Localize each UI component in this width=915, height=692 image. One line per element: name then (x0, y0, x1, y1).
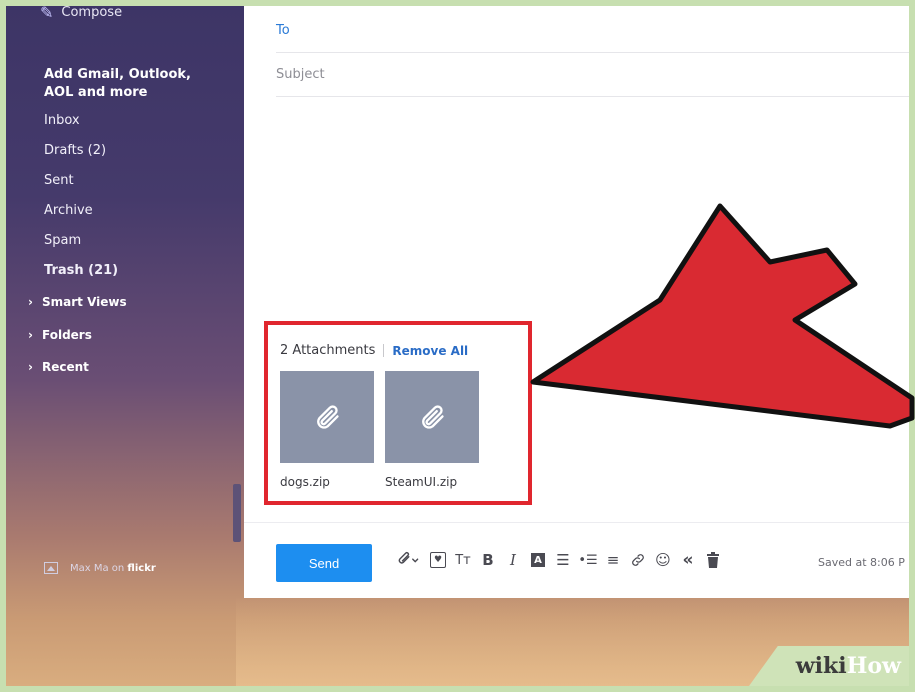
watermark-how: How (846, 653, 901, 679)
add-accounts-link[interactable]: Add Gmail, Outlook, AOL and more (44, 66, 214, 102)
attachments-highlight-box: 2 Attachments Remove All dogs.zip SteamU… (264, 321, 532, 505)
subject-placeholder: Subject (276, 66, 325, 82)
photo-credit[interactable]: Max Ma on flickr (44, 562, 156, 574)
trash-icon[interactable] (704, 549, 722, 571)
saved-status: Saved at 8:06 P (818, 556, 905, 569)
photo-credit-prefix: Max Ma on (70, 562, 128, 574)
paperclip-icon (422, 405, 444, 429)
image-icon (44, 562, 58, 574)
to-field[interactable]: To (276, 8, 909, 53)
attachment-name: SteamUI.zip (385, 475, 458, 489)
stationery-icon[interactable]: ♥ (429, 549, 447, 571)
attachment-tile-steamui[interactable] (385, 371, 479, 463)
attachment-tile-dogs[interactable] (280, 371, 374, 463)
attach-icon[interactable] (394, 549, 422, 571)
formatting-toolbar: ♥ Tт B I A ☰ •☰ ≡ ☺ « (394, 549, 722, 571)
indent-icon[interactable]: •☰ (578, 549, 597, 571)
sidebar-item-sent[interactable]: Sent (44, 173, 74, 188)
sidebar-group-recent[interactable]: › Recent (28, 360, 89, 374)
sidebar-item-drafts[interactable]: Drafts (2) (44, 143, 106, 158)
sidebar-item-trash[interactable]: Trash (21) (44, 263, 118, 278)
attachment-name: dogs.zip (280, 475, 330, 489)
align-icon[interactable]: ≡ (604, 549, 622, 571)
show-original-icon[interactable]: « (679, 549, 697, 571)
subject-field[interactable]: Subject (276, 52, 909, 97)
chevron-right-icon: › (28, 295, 33, 309)
bold-icon[interactable]: B (479, 549, 497, 571)
paperclip-icon (317, 405, 339, 429)
sidebar-item-spam[interactable]: Spam (44, 233, 81, 248)
sidebar-group-folders[interactable]: › Folders (28, 328, 92, 342)
link-icon[interactable] (629, 549, 647, 571)
sidebar-group-label: Smart Views (42, 295, 127, 309)
font-size-icon[interactable]: Tт (454, 549, 472, 571)
background-photo: ✎ Compose Add Gmail, Outlook, AOL and mo… (6, 6, 909, 686)
compose-pane: To Subject 2 Attachments Remove All dogs… (244, 6, 909, 598)
attachments-header: 2 Attachments Remove All (280, 343, 468, 358)
italic-icon[interactable]: I (504, 549, 522, 571)
bullet-list-icon[interactable]: ☰ (554, 549, 572, 571)
sidebar-item-archive[interactable]: Archive (44, 203, 93, 218)
sidebar-group-smart-views[interactable]: › Smart Views (28, 295, 127, 309)
compose-label: Compose (61, 6, 123, 20)
photo-credit-text: Max Ma on flickr (70, 563, 156, 574)
mail-sidebar: ✎ Compose Add Gmail, Outlook, AOL and mo… (20, 6, 230, 606)
text-color-icon[interactable]: A (529, 549, 547, 571)
pencil-icon: ✎ (40, 6, 54, 22)
remove-all-link[interactable]: Remove All (392, 344, 468, 358)
sidebar-group-label: Folders (42, 328, 92, 342)
toolbar-divider (244, 522, 909, 523)
chevron-right-icon: › (28, 360, 33, 374)
compose-button[interactable]: ✎ Compose (40, 6, 123, 27)
to-label: To (276, 22, 290, 38)
sidebar-scrollbar[interactable] (233, 484, 241, 542)
emoji-icon[interactable]: ☺ (654, 549, 672, 571)
stationery-box: ♥ (430, 552, 446, 568)
sidebar-item-inbox[interactable]: Inbox (44, 113, 80, 128)
send-button[interactable]: Send (276, 544, 372, 582)
sidebar-group-label: Recent (42, 360, 89, 374)
attachments-count: 2 Attachments (280, 343, 376, 358)
photo-credit-source: flickr (127, 562, 156, 574)
header-divider (383, 344, 385, 357)
chevron-right-icon: › (28, 328, 33, 342)
text-color-box: A (531, 553, 545, 567)
watermark-wiki: wiki (795, 653, 847, 679)
